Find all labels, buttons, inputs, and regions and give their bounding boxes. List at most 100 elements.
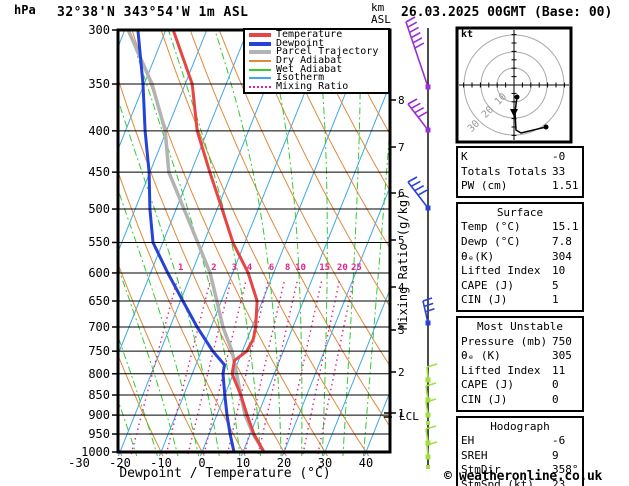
indices-label: Lifted Index	[461, 363, 541, 377]
pressure-tick-label: 350	[88, 77, 110, 92]
skewt-sounding-app: 1 2 3 4 6 8 10 15 20 25 hPa 32°38'N 343°54'W 1m A…	[0, 0, 629, 486]
lcl-label: LCL	[399, 410, 419, 423]
indices-label: Dewp (°C)	[461, 234, 521, 248]
indices-value: 5	[552, 278, 559, 292]
pressure-tick-label: 850	[88, 388, 110, 403]
indices-label: K	[461, 150, 468, 163]
indices-section: Surface Temp (°C) 15.1 Dewp (°C) 7.8 θₑ(K) 304…	[456, 201, 584, 312]
mixing-ratio-line	[316, 279, 355, 456]
indices-label: θₑ (K)	[461, 349, 501, 363]
indices-row: Lifted Index 10	[461, 264, 579, 279]
credit-watermark: © weatheronline.co.uk	[444, 469, 603, 484]
indices-row: EH -6	[461, 434, 579, 449]
pressure-axis-unit: hPa	[14, 3, 36, 17]
altitude-axis-unit: km ASL	[371, 1, 391, 26]
km-tick-label: 7	[398, 141, 405, 154]
indices-section-title: Hodograph	[490, 419, 550, 433]
indices-value: 0	[552, 378, 559, 392]
km-tick-label: 8	[398, 94, 405, 107]
hodograph-unit-label: kt	[461, 29, 474, 40]
wind-barb	[407, 176, 431, 211]
km-tick-label: 2	[398, 366, 405, 379]
wind-barb	[426, 421, 430, 425]
indices-value: 750	[552, 334, 572, 348]
legend-swatch	[249, 68, 271, 71]
wind-barb	[405, 16, 431, 90]
isotherm-line	[0, 30, 2, 456]
pressure-tick-label: 400	[88, 123, 110, 138]
chart-legend: Temperature Dewpoint Parcel Trajectory Dry …	[243, 28, 390, 95]
isotherm-line	[118, 30, 208, 254]
indices-section-title: Most Unstable	[476, 319, 564, 333]
mixing-ratio-line	[301, 279, 341, 456]
indices-row: K -0	[461, 150, 579, 165]
legend-swatch	[249, 85, 271, 88]
indices-section: K -0 Totals Totals 33 PW (cm) 1.51	[456, 146, 584, 198]
mixing-ratio-label: 6	[269, 263, 274, 273]
wind-barb	[425, 441, 438, 460]
pressure-tick-label: 300	[88, 23, 110, 37]
indices-label: Totals Totals	[461, 164, 548, 178]
indices-value: 305	[552, 349, 572, 363]
indices-value: 0	[552, 392, 559, 406]
pressure-tick-label: 650	[88, 294, 110, 308]
pressure-tick-label: 500	[88, 202, 110, 217]
indices-value: 11	[552, 363, 566, 377]
indices-row: SREH 9	[461, 449, 579, 464]
indices-row: CAPE (J) 0	[461, 378, 579, 393]
indices-value: 1	[552, 293, 559, 307]
datetime-label: 26.03.2025 00GMT (Base: 00)	[401, 5, 613, 20]
wind-barb	[425, 363, 438, 383]
indices-label: Pressure (mb)	[461, 334, 548, 348]
x-axis-title: Dewpoint / Temperature (°C)	[119, 466, 331, 481]
indices-label: θₑ(K)	[461, 249, 495, 263]
legend-swatch	[249, 41, 271, 46]
indices-row: CAPE (J) 5	[461, 279, 579, 294]
mixing-ratio-label: 8	[285, 263, 290, 273]
indices-section: Most Unstable Pressure (mb) 750 θₑ (K) 305 Li…	[456, 315, 584, 412]
pressure-tick-label: 450	[88, 165, 110, 180]
wet-adiabat-line	[0, 30, 15, 459]
wind-barb	[407, 98, 431, 133]
wet-adiabat-line	[0, 30, 56, 459]
indices-row: CIN (J) 1	[461, 293, 579, 308]
wind-barb	[425, 398, 437, 418]
pressure-tick-label: 900	[88, 408, 110, 423]
indices-label: PW (cm)	[461, 179, 508, 193]
legend-swatch	[249, 77, 271, 80]
indices-value: 304	[552, 249, 572, 263]
indices-value: -0	[552, 150, 566, 163]
indices-row: Totals Totals 33	[461, 165, 579, 180]
indices-row: PW (cm) 1.51	[461, 179, 579, 194]
indices-value: 10	[552, 264, 566, 278]
sounding-indices-panel: K -0 Totals Totals 33 PW (cm) 1.51 Surface Temp…	[456, 146, 584, 486]
wind-barb	[426, 465, 430, 469]
indices-row: CIN (J) 0	[461, 393, 579, 408]
indices-row: Dewp (°C) 7.8	[461, 235, 579, 250]
mixing-ratio-label: 10	[295, 263, 306, 273]
pressure-tick-label: 750	[88, 344, 110, 359]
indices-row: Pressure (mb) 750	[461, 335, 579, 350]
indices-value: -6	[552, 434, 566, 448]
indices-label: CAPE (J)	[461, 378, 514, 392]
mixing-ratio-label: 3	[232, 263, 237, 273]
pressure-tick-label: 550	[88, 235, 110, 250]
indices-section-title: Surface	[496, 205, 544, 219]
mixing-ratio-label: 1	[178, 263, 183, 273]
indices-label: SREH	[461, 448, 488, 462]
indices-value: 15.1	[552, 220, 579, 234]
legend-swatch	[249, 60, 271, 63]
pressure-tick-label: 800	[88, 366, 110, 381]
pressure-tick-label: 950	[88, 427, 110, 442]
mixing-ratio-label: 2	[211, 263, 216, 273]
wet-adiabat-line	[0, 30, 76, 459]
indices-row: Lifted Index 11	[461, 364, 579, 379]
pressure-tick-label: 700	[88, 319, 110, 334]
temp-tick-label: -30	[68, 456, 90, 470]
pressure-tick-label: 600	[88, 265, 110, 280]
legend-swatch	[249, 33, 271, 38]
isotherm-line	[0, 30, 43, 456]
indices-value: 9	[552, 448, 559, 462]
legend-swatch	[249, 50, 271, 55]
indices-row: θₑ (K) 305	[461, 349, 579, 364]
